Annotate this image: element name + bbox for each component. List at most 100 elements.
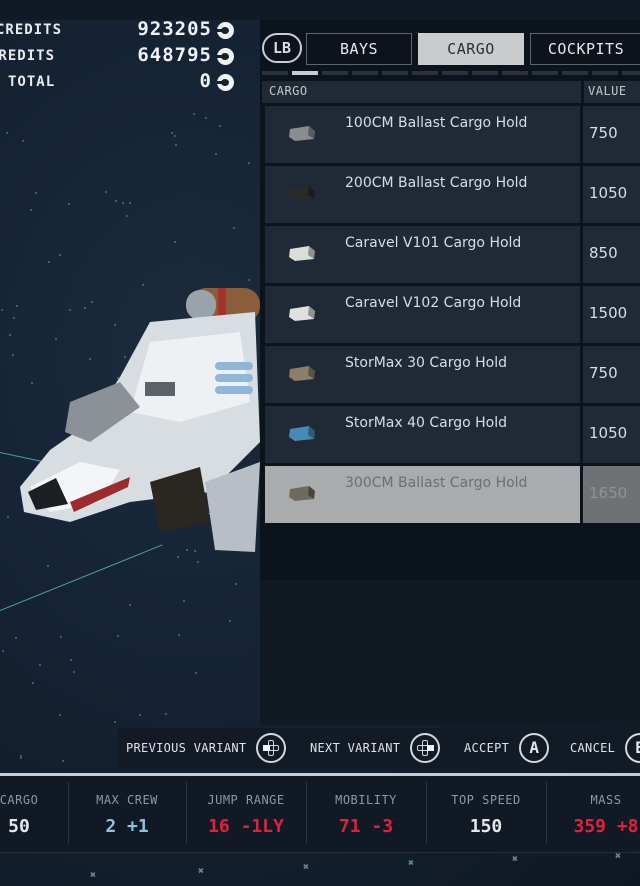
cargo-value-cell: 1650	[583, 466, 640, 523]
column-header-cargo: CARGO	[269, 84, 308, 98]
stat-value: 16 -1LY	[208, 816, 284, 837]
stat-divider	[306, 782, 307, 844]
star-dot	[126, 215, 128, 217]
cargo-list-item[interactable]: 300CM Ballast Cargo Hold 1650	[265, 466, 640, 523]
action-label: PREVIOUS VARIANT	[126, 741, 247, 755]
stat-value: 71 -3	[338, 816, 394, 837]
stat-divider	[426, 782, 427, 844]
stat-value: 2 +1	[105, 816, 149, 837]
star-dot	[174, 241, 176, 243]
credits-summary: CREDITS 923205 CREDITS 648795 TOTAL 0	[0, 18, 240, 96]
grid-marker-icon: ✖	[512, 854, 519, 865]
lb-prev-tab-button[interactable]: LB	[262, 33, 302, 63]
accept-button[interactable]: ACCEPT A	[464, 728, 550, 768]
page-indicator-segment	[592, 71, 618, 75]
stat-label: MOBILITY	[335, 793, 397, 807]
next-variant-button[interactable]: NEXT VARIANT	[310, 728, 441, 768]
stat-mobility: MOBILITY 71 -3	[306, 776, 426, 852]
cargo-hold-thumbnail-icon	[289, 486, 315, 501]
page-indicator-segment	[412, 71, 438, 75]
table-header: CARGO VALUE	[262, 81, 640, 103]
cargo-name: Caravel V101 Cargo Hold	[345, 235, 522, 251]
stat-label: JUMP RANGE	[207, 793, 285, 807]
page-indicator-segment	[382, 71, 408, 75]
credit-label: CREDITS	[0, 22, 63, 38]
star-dot	[248, 162, 250, 164]
cargo-name: 100CM Ballast Cargo Hold	[345, 115, 528, 131]
ship-stats-bar: CARGO 50 MAX CREW 2 +1 JUMP RANGE 16 -1LY MOBI…	[0, 776, 640, 852]
grid-marker-icon: ✖	[408, 858, 415, 869]
stat-value: 150	[469, 816, 503, 837]
cargo-list-item[interactable]: Caravel V101 Cargo Hold 850	[265, 226, 640, 283]
cargo-name-cell: 100CM Ballast Cargo Hold	[265, 106, 580, 163]
cargo-value: 1500	[589, 304, 628, 322]
star-dot	[39, 664, 41, 666]
ship-preview[interactable]	[10, 282, 265, 562]
cargo-name-cell: 200CM Ballast Cargo Hold	[265, 166, 580, 223]
star-dot	[205, 117, 207, 119]
credit-label: TOTAL	[8, 74, 56, 90]
stat-value: 50	[8, 816, 30, 837]
cargo-list-item[interactable]: StorMax 30 Cargo Hold 750	[265, 346, 640, 403]
cargo-value-cell: 1050	[583, 166, 640, 223]
credit-icon	[217, 22, 234, 39]
cargo-value-cell: 1500	[583, 286, 640, 343]
cargo-hold-thumbnail-icon	[289, 426, 315, 441]
star-dot	[248, 279, 250, 281]
star-dot	[35, 192, 37, 194]
b-button-icon: B	[625, 733, 640, 763]
star-dot	[20, 755, 22, 757]
star-dot	[30, 209, 32, 211]
cargo-list-item[interactable]: 100CM Ballast Cargo Hold 750	[265, 106, 640, 163]
action-label: ACCEPT	[464, 741, 510, 755]
stats-bottom-line	[0, 852, 640, 853]
dpad-right-icon	[410, 733, 441, 763]
star-dot	[175, 144, 177, 146]
star-dot	[114, 721, 116, 723]
cargo-list-item[interactable]: Caravel V102 Cargo Hold 1500	[265, 286, 640, 343]
cargo-name: 200CM Ballast Cargo Hold	[345, 175, 528, 191]
grid-marker-icon: ✖	[90, 870, 97, 881]
cancel-button[interactable]: CANCEL B	[570, 728, 640, 768]
cargo-value-cell: 1050	[583, 406, 640, 463]
action-label: NEXT VARIANT	[310, 741, 401, 755]
cargo-list-item[interactable]: StorMax 40 Cargo Hold 1050	[265, 406, 640, 463]
cargo-value: 1050	[589, 184, 628, 202]
star-dot	[215, 153, 217, 155]
stat-divider	[546, 782, 547, 844]
tab-cargo[interactable]: CARGO	[418, 33, 524, 65]
stat-divider	[186, 782, 187, 844]
page-indicator-segment	[352, 71, 378, 75]
a-button-icon: A	[519, 733, 550, 763]
cargo-hold-thumbnail-icon	[289, 246, 315, 261]
column-divider	[581, 81, 584, 103]
star-dot	[2, 650, 4, 652]
star-dot	[115, 200, 117, 202]
star-dot	[15, 637, 17, 639]
star-dot	[229, 620, 231, 622]
credits-row-total: TOTAL 0	[0, 70, 240, 96]
cargo-value-cell: 750	[583, 106, 640, 163]
star-dot	[235, 583, 237, 585]
cargo-value-cell: 750	[583, 346, 640, 403]
panel-empty-area	[260, 580, 640, 725]
tab-bays[interactable]: BAYS	[306, 33, 412, 65]
page-indicator-segment	[502, 71, 528, 75]
stat-top-speed: TOP SPEED 150	[426, 776, 546, 852]
stat-label: CARGO	[0, 793, 39, 807]
cargo-list-item[interactable]: 200CM Ballast Cargo Hold 1050	[265, 166, 640, 223]
grid-marker-icon: ✖	[303, 862, 310, 873]
page-indicator-segment	[562, 71, 588, 75]
credit-value: 648795	[137, 44, 212, 66]
page-indicator-segment	[472, 71, 498, 75]
stat-divider	[68, 782, 69, 844]
star-dot	[68, 203, 70, 205]
previous-variant-button[interactable]: PREVIOUS VARIANT	[126, 728, 287, 768]
cargo-value-cell: 850	[583, 226, 640, 283]
star-dot	[73, 671, 75, 673]
star-dot	[6, 132, 8, 134]
cargo-name-cell: Caravel V101 Cargo Hold	[265, 226, 580, 283]
star-dot	[233, 227, 235, 229]
star-dot	[183, 600, 185, 602]
tab-cockpits[interactable]: COCKPITS	[530, 33, 640, 65]
